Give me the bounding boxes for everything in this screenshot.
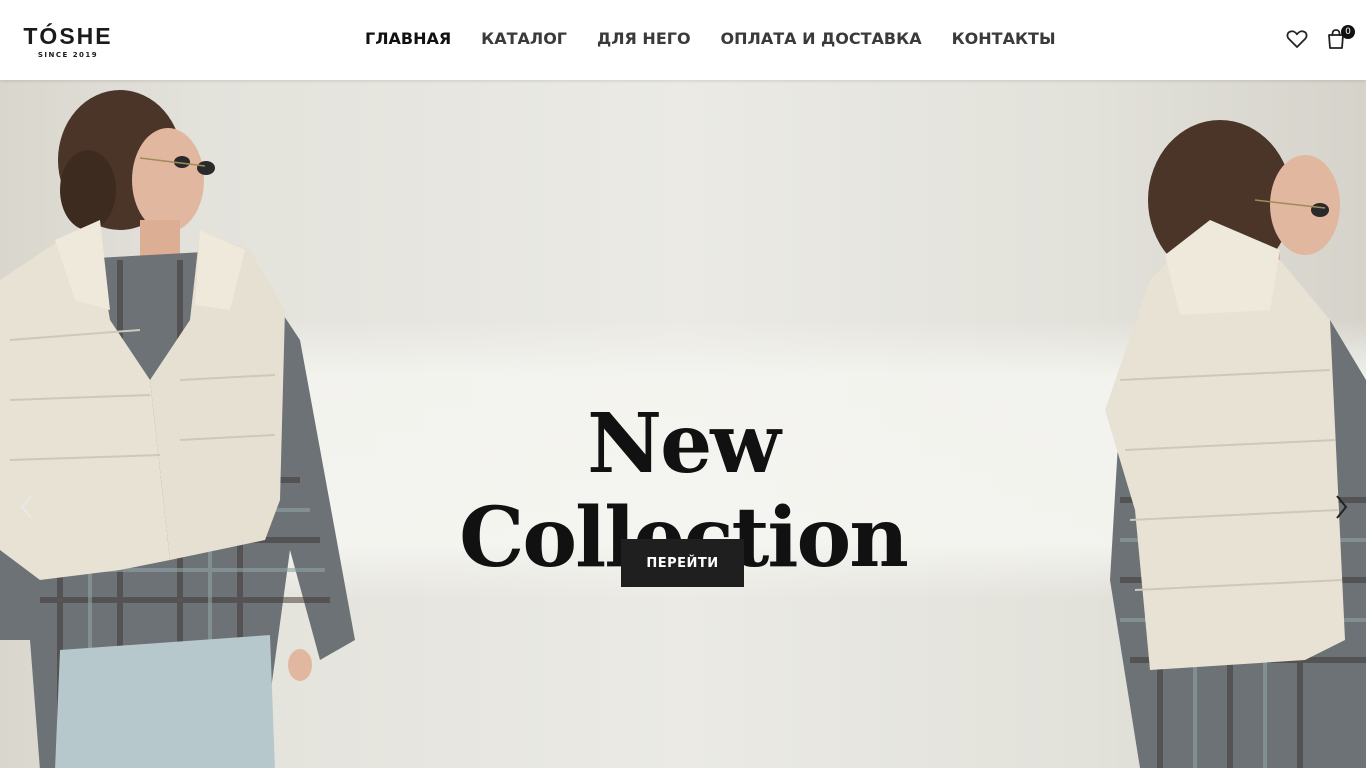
nav-item-home[interactable]: ГЛАВНАЯ (365, 26, 451, 52)
nav-item-catalog[interactable]: КАТАЛОГ (481, 26, 567, 52)
brand-logo[interactable]: TÓSHE SINCE 2019 (15, 20, 121, 60)
site-header: TÓSHE SINCE 2019 ГЛАВНАЯ КАТАЛОГ ДЛЯ НЕГ… (0, 0, 1366, 80)
nav-item-for-him[interactable]: ДЛЯ НЕГО (597, 26, 691, 52)
hero-title-line-1: New (587, 395, 781, 492)
hero-slider: New Collection ПЕРЕЙТИ (0, 80, 1366, 768)
logo-wordmark: TÓSHE (23, 23, 113, 49)
hero-cta-button[interactable]: ПЕРЕЙТИ (621, 539, 744, 587)
nav-item-contacts[interactable]: КОНТАКТЫ (952, 26, 1056, 52)
logo-tagline: SINCE 2019 (37, 51, 99, 59)
heart-icon[interactable] (1284, 26, 1310, 52)
main-nav: ГЛАВНАЯ КАТАЛОГ ДЛЯ НЕГО ОПЛАТА И ДОСТАВ… (365, 26, 1086, 52)
chevron-right-icon[interactable] (1330, 492, 1352, 522)
chevron-left-icon[interactable] (16, 492, 38, 522)
model-right-image (1105, 120, 1366, 768)
cart-count-badge: 0 (1341, 25, 1355, 39)
model-left-image (0, 90, 355, 768)
nav-item-payment-delivery[interactable]: ОПЛАТА И ДОСТАВКА (721, 26, 922, 52)
